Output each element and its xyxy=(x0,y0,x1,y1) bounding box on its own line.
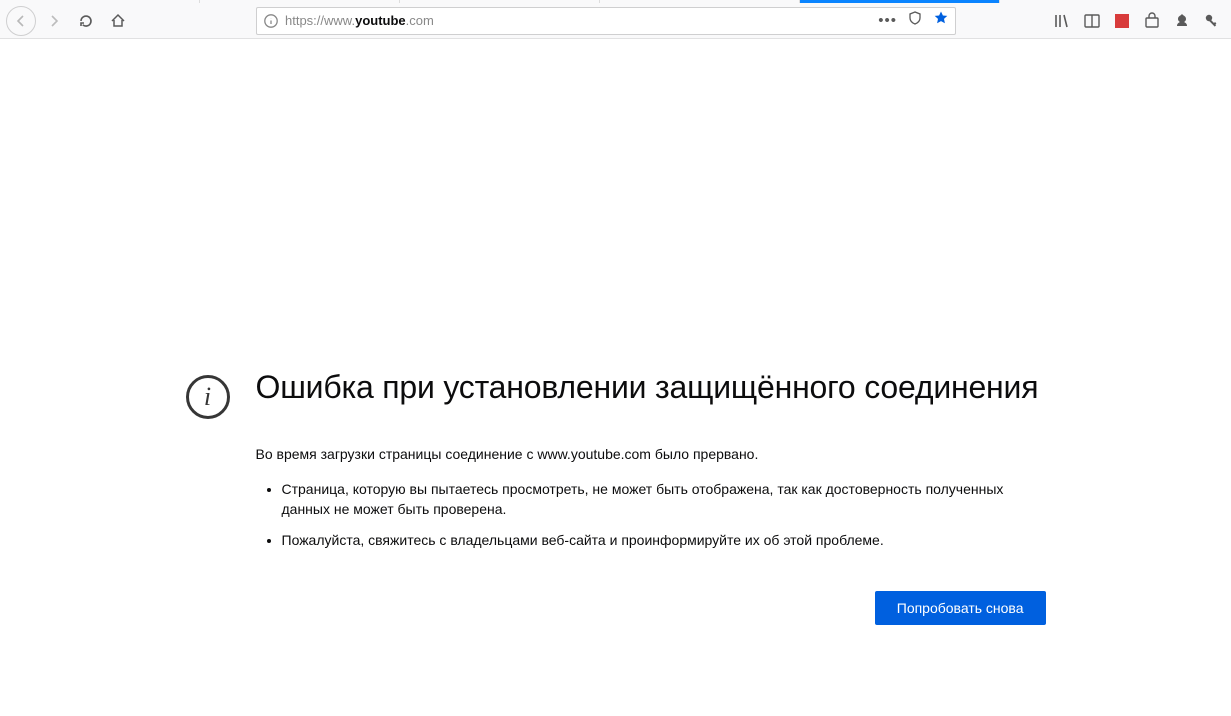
extension-bag-icon[interactable] xyxy=(1143,12,1161,30)
extension-red-icon[interactable] xyxy=(1113,12,1131,30)
forward-button[interactable] xyxy=(40,7,68,35)
tab[interactable] xyxy=(600,0,800,3)
tab[interactable] xyxy=(0,0,200,3)
error-bullet: Пожалуйста, свяжитесь с владельцами веб-… xyxy=(282,531,1056,551)
error-bullet: Страница, которую вы пытаетесь просмотре… xyxy=(282,480,1056,519)
url-text[interactable]: https://www.youtube.com xyxy=(285,13,872,28)
reader-mode-icon[interactable] xyxy=(907,10,923,31)
back-button[interactable] xyxy=(6,6,36,36)
library-icon[interactable] xyxy=(1053,12,1071,30)
reload-button[interactable] xyxy=(72,7,100,35)
page-content: i Ошибка при установлении защищённого со… xyxy=(0,39,1231,625)
error-bullet-list: Страница, которую вы пытаетесь просмотре… xyxy=(256,480,1056,551)
error-description: Во время загрузки страницы соединение с … xyxy=(256,446,1056,462)
identity-info-icon[interactable] xyxy=(263,13,279,29)
browser-toolbar: https://www.youtube.com ••• xyxy=(0,3,1231,39)
url-bar[interactable]: https://www.youtube.com ••• xyxy=(256,7,956,35)
bookmark-star-icon[interactable] xyxy=(933,10,949,31)
home-button[interactable] xyxy=(104,7,132,35)
extension-key-icon[interactable] xyxy=(1203,12,1221,30)
tab[interactable] xyxy=(200,0,400,3)
sidebar-icon[interactable] xyxy=(1083,12,1101,30)
extension-green-icon[interactable] xyxy=(1173,12,1191,30)
retry-button[interactable]: Попробовать снова xyxy=(875,591,1046,625)
info-icon: i xyxy=(186,375,230,419)
tab[interactable] xyxy=(400,0,600,3)
page-actions-icon[interactable]: ••• xyxy=(878,12,897,29)
error-title: Ошибка при установлении защищённого соед… xyxy=(256,369,1056,406)
tab-active[interactable] xyxy=(800,0,1000,3)
